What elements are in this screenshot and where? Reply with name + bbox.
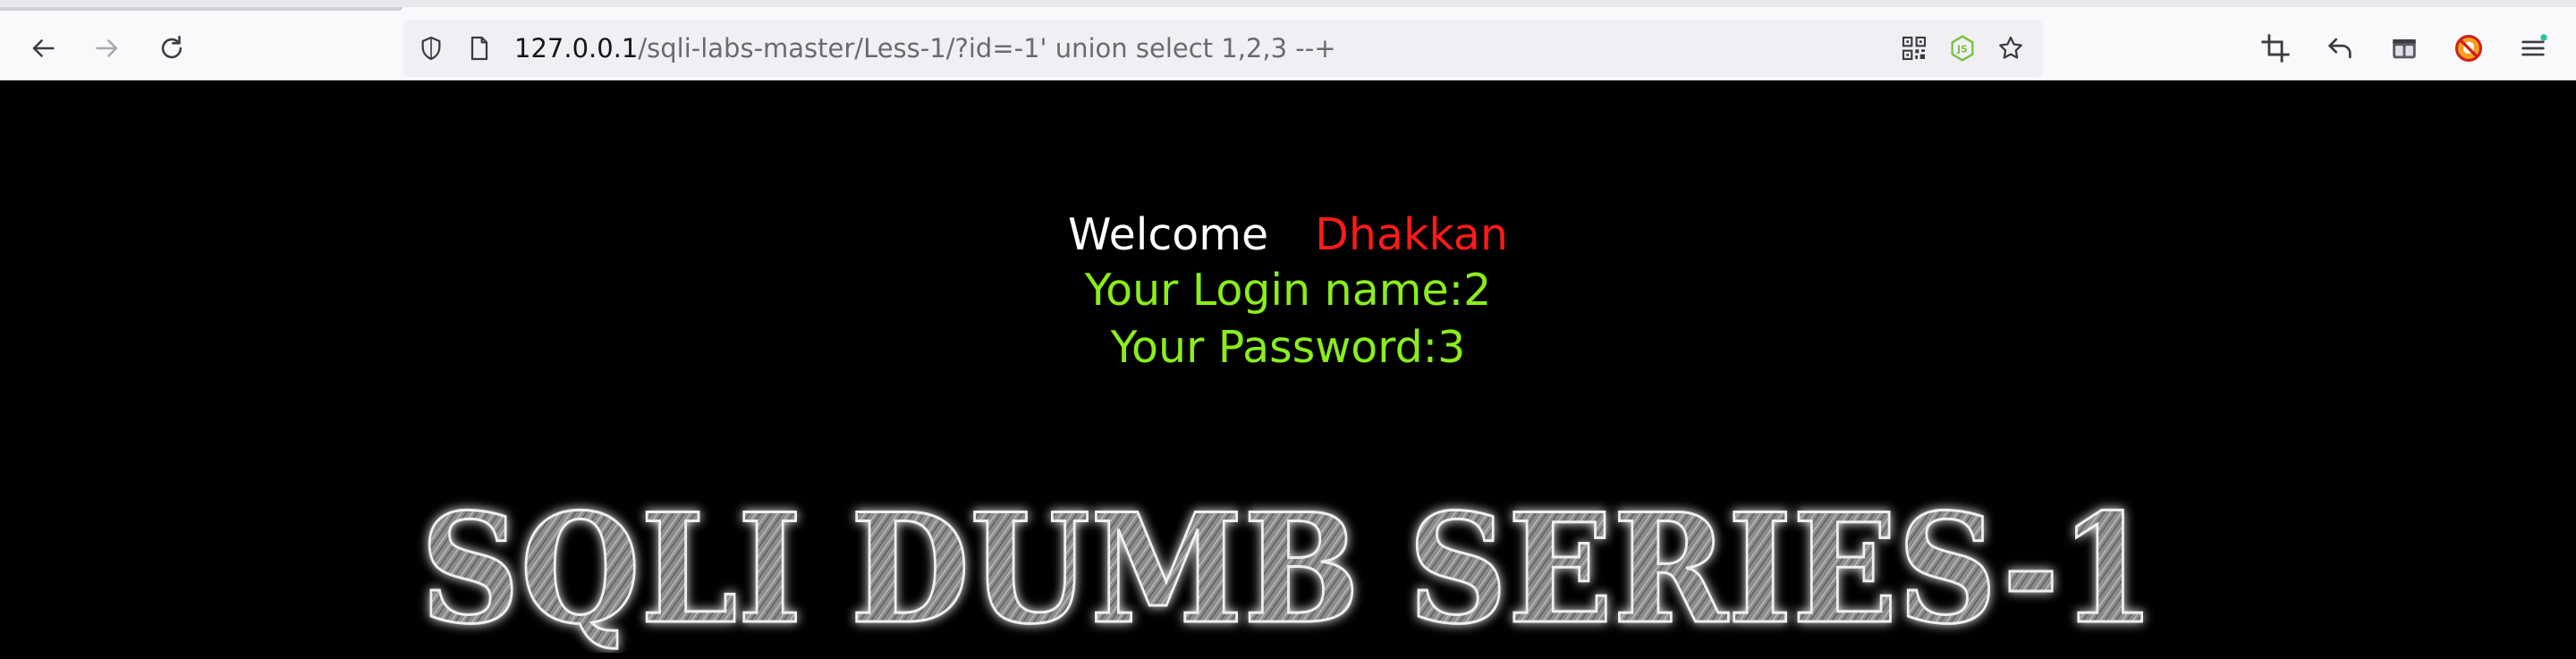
containers-button[interactable] <box>2386 30 2422 66</box>
back-button[interactable] <box>25 30 61 66</box>
undo-arrow-icon <box>2328 38 2351 59</box>
url-text[interactable]: 127.0.0.1/sqli-labs-master/Less-1/?id=-1… <box>514 30 1336 66</box>
address-bar[interactable]: 127.0.0.1/sqli-labs-master/Less-1/?id=-1… <box>402 20 2043 77</box>
banner-text: SQLI DUMB SERIES-1 <box>420 480 2156 653</box>
tab-strip-edge <box>0 7 402 11</box>
forward-button[interactable] <box>89 30 125 66</box>
welcome-name: Dhakkan <box>1315 209 1508 260</box>
qr-code-icon <box>1902 36 1927 61</box>
blocked-extension-icon <box>2454 34 2483 63</box>
url-path: /sqli-labs-master/Less-1/?id=-1' union s… <box>638 33 1336 63</box>
arrow-right-icon <box>96 39 118 57</box>
container-icon <box>2393 39 2416 59</box>
star-icon <box>1999 36 2022 59</box>
blocker-extension-button[interactable] <box>2451 30 2487 66</box>
nodejs-icon: JS <box>1951 35 1974 62</box>
welcome-line: Welcome Dhakkan <box>0 207 2576 263</box>
browser-toolbar: 127.0.0.1/sqli-labs-master/Less-1/?id=-1… <box>0 0 2576 80</box>
nodejs-extension-button[interactable]: JS <box>1946 32 1979 64</box>
undo-button[interactable] <box>2322 30 2358 66</box>
crop-icon <box>2261 34 2290 63</box>
tracking-protection-button[interactable] <box>415 32 447 64</box>
reload-icon <box>161 35 182 59</box>
app-menu-button[interactable] <box>2515 30 2551 66</box>
welcome-word: Welcome <box>1068 209 1269 260</box>
url-host: 127.0.0.1 <box>514 33 639 63</box>
bookmark-button[interactable] <box>1995 32 2027 64</box>
series-banner: SQLI DUMB SERIES-1 <box>411 474 2165 659</box>
shield-icon <box>421 36 441 61</box>
page-content: Welcome Dhakkan Your Login name:2 Your Pa… <box>0 80 2576 659</box>
arrow-left-icon <box>32 39 55 57</box>
series-banner-graphic: SQLI DUMB SERIES-1 <box>419 479 2157 659</box>
reload-button[interactable] <box>154 30 190 66</box>
page-info-button[interactable] <box>463 32 496 64</box>
screenshot-button[interactable] <box>2258 30 2293 66</box>
password-result: Your Password:3 <box>1110 322 1466 373</box>
qr-code-button[interactable] <box>1898 32 1930 64</box>
page-icon <box>470 36 488 61</box>
login-name-result: Your Login name:2 <box>1084 265 1492 316</box>
hamburger-menu-icon <box>2521 34 2547 56</box>
svg-text:JS: JS <box>1956 44 1968 55</box>
